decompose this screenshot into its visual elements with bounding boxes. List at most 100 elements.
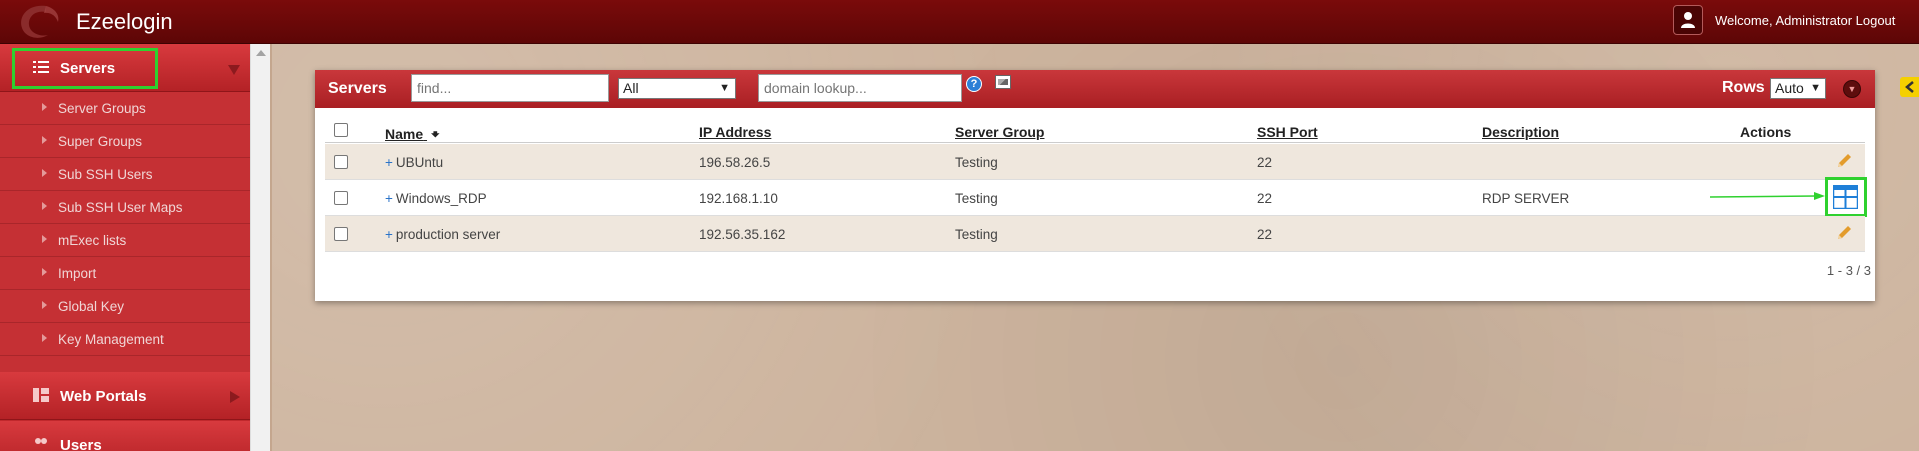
row-checkbox[interactable] — [334, 227, 348, 241]
bullet-icon — [42, 169, 47, 177]
rows-label: Rows — [1722, 79, 1765, 96]
collapse-panel-button[interactable]: ▼ — [1843, 80, 1861, 98]
server-name-cell[interactable]: + production server — [385, 227, 500, 242]
column-header-ssh-port[interactable]: SSH Port — [1257, 124, 1318, 140]
expand-plus-icon[interactable]: + — [385, 155, 393, 170]
chevron-right-icon — [230, 390, 240, 407]
ezeelogin-logo-icon — [21, 5, 59, 38]
row-checkbox[interactable] — [334, 191, 348, 205]
group-cell: Testing — [955, 191, 998, 206]
submenu-label: Sub SSH User Maps — [58, 200, 183, 215]
chevron-down-icon: ▼ — [719, 82, 730, 94]
column-header-group[interactable]: Server Group — [955, 124, 1044, 140]
select-all-checkbox[interactable] — [334, 123, 348, 137]
help-glyph: ? — [970, 78, 978, 90]
panel-header: Servers All ▼ ? Rows Auto ▼ ▼ — [315, 70, 1875, 108]
filter-select[interactable]: All ▼ — [618, 78, 736, 99]
expand-plus-icon[interactable]: + — [385, 227, 393, 242]
sidebar-item-mexec-lists[interactable]: mExec lists — [0, 224, 250, 257]
table-header: Name 🠻 IP Address Server Group SSH Port … — [325, 117, 1865, 143]
submenu-label: Global Key — [58, 299, 125, 314]
submenu-label: mExec lists — [58, 233, 127, 248]
domain-lookup-input[interactable] — [758, 74, 962, 102]
table-row[interactable]: + Windows_RDP 192.168.1.10 Testing 22 RDP… — [325, 177, 1867, 217]
top-header: Ezeelogin Welcome, Administrator Logout — [0, 0, 1919, 44]
chevron-down-icon: ▼ — [1810, 82, 1821, 94]
sidebar-item-sub-ssh-user-maps[interactable]: Sub SSH User Maps — [0, 191, 250, 224]
panel-title: Servers — [328, 80, 387, 97]
user-avatar[interactable] — [1673, 5, 1703, 35]
filter-select-value: All — [623, 80, 639, 96]
submenu-label: Import — [58, 266, 97, 281]
submenu-label: Key Management — [58, 332, 164, 347]
submenu-label: Server Groups — [58, 101, 146, 116]
sidebar-item-users[interactable]: Users — [0, 421, 250, 451]
sidebar-item-label: Web Portals — [60, 388, 147, 405]
sidebar-item-web-portals[interactable]: Web Portals — [0, 372, 250, 420]
column-header-actions: Actions — [1740, 124, 1792, 140]
servers-submenu: Server Groups Super Groups Sub SSH Users… — [0, 92, 250, 416]
pencil-icon[interactable] — [1835, 224, 1853, 242]
port-cell: 22 — [1257, 155, 1273, 170]
user-icon — [1681, 12, 1695, 28]
server-name: Windows_RDP — [395, 191, 487, 206]
sidebar-item-key-management[interactable]: Key Management — [0, 323, 250, 356]
server-name-cell[interactable]: + UBUntu — [385, 155, 443, 170]
column-header-ip[interactable]: IP Address — [699, 124, 771, 140]
ip-cell: 192.56.35.162 — [699, 227, 786, 242]
server-name: UBUntu — [395, 155, 444, 170]
highlight-box — [12, 48, 158, 89]
help-icon[interactable]: ? — [966, 76, 982, 92]
group-cell: Testing — [955, 227, 998, 242]
group-cell: Testing — [955, 155, 998, 170]
table-row[interactable]: + UBUntu 196.58.26.5 Testing 22 — [325, 144, 1865, 180]
rows-select[interactable]: Auto ▼ — [1770, 78, 1826, 99]
dashboard-icon — [33, 388, 49, 406]
row-checkbox[interactable] — [334, 155, 348, 169]
find-input[interactable] — [411, 74, 609, 102]
sidebar-item-server-groups[interactable]: Server Groups — [0, 92, 250, 125]
windows-rdp-icon[interactable] — [1833, 185, 1858, 209]
sidebar-item-sub-ssh-users[interactable]: Sub SSH Users — [0, 158, 250, 191]
server-name-cell[interactable]: + Windows_RDP — [385, 191, 487, 206]
side-panel-toggle[interactable] — [1900, 77, 1919, 97]
sidebar: Servers Server Groups Super Groups Sub S… — [0, 44, 250, 451]
welcome-logout-link[interactable]: Welcome, Administrator Logout — [1715, 13, 1895, 28]
submenu-label: Sub SSH Users — [58, 167, 153, 182]
ip-cell: 192.168.1.10 — [699, 191, 778, 206]
port-cell: 22 — [1257, 191, 1273, 206]
sidebar-item-import[interactable]: Import — [0, 257, 250, 290]
scroll-up-arrow-icon[interactable] — [256, 50, 266, 56]
bullet-icon — [42, 235, 47, 243]
chevron-down-icon — [228, 62, 240, 79]
bullet-icon — [42, 268, 47, 276]
column-header-description[interactable]: Description — [1482, 124, 1559, 140]
annotation-arrow-icon — [1710, 192, 1825, 200]
description-cell: RDP SERVER — [1482, 191, 1570, 206]
bullet-icon — [42, 136, 47, 144]
sidebar-scrollbar[interactable] — [250, 44, 270, 451]
sidebar-item-servers[interactable]: Servers — [0, 44, 250, 92]
bullet-icon — [42, 301, 47, 309]
table-row[interactable]: + production server 192.56.35.162 Testing… — [325, 216, 1865, 252]
image-icon[interactable] — [995, 75, 1011, 89]
sidebar-item-label: Users — [60, 437, 102, 451]
app-title: Ezeelogin — [76, 9, 173, 34]
pencil-icon[interactable] — [1835, 152, 1853, 170]
servers-panel: Servers All ▼ ? Rows Auto ▼ ▼ Name 🠻 IP … — [315, 70, 1875, 301]
expand-plus-icon[interactable]: + — [385, 191, 393, 206]
server-name: production server — [395, 227, 501, 242]
chevron-down-icon: ▼ — [1847, 84, 1857, 94]
users-icon — [33, 437, 49, 451]
submenu-label: Super Groups — [58, 134, 143, 149]
bullet-icon — [42, 334, 47, 342]
sidebar-item-global-key[interactable]: Global Key — [0, 290, 250, 323]
sidebar-item-super-groups[interactable]: Super Groups — [0, 125, 250, 158]
ip-cell: 196.58.26.5 — [699, 155, 771, 170]
bullet-icon — [42, 103, 47, 111]
bullet-icon — [42, 202, 47, 210]
rows-select-value: Auto — [1775, 80, 1804, 96]
chevron-left-icon — [1904, 81, 1914, 93]
column-label: Name — [385, 126, 424, 142]
divider — [270, 44, 272, 451]
